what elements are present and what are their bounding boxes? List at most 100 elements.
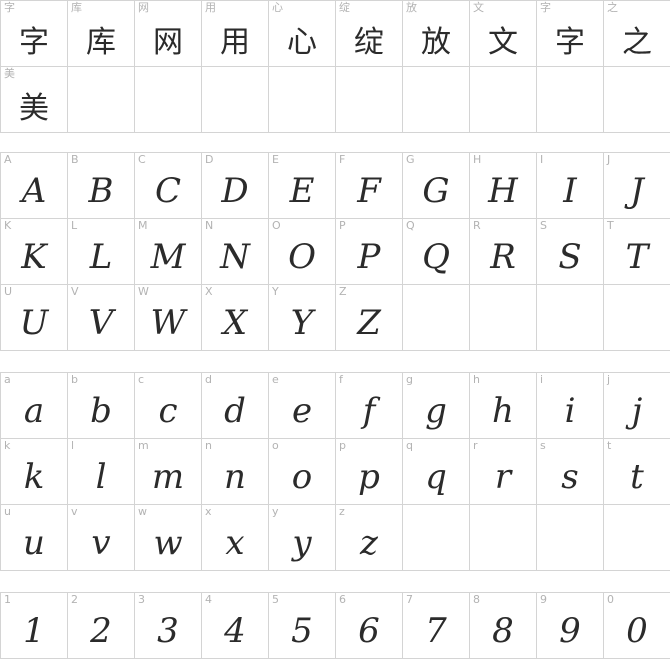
glyph-sample: V (88, 302, 114, 343)
glyph-cell: XX (202, 285, 269, 351)
glyph-cell: mm (135, 439, 202, 505)
glyph-sample: m (151, 456, 185, 497)
empty-cell (269, 67, 336, 133)
glyph-cell: rr (470, 439, 537, 505)
glyph-cell: kk (1, 439, 68, 505)
glyph-cell: vv (68, 505, 135, 571)
glyph-sample: P (357, 236, 381, 277)
glyph-cell: TT (604, 219, 670, 285)
glyph-cell: xx (202, 505, 269, 571)
glyph-sample: K (21, 236, 47, 277)
glyph-sample: f (362, 390, 376, 431)
glyph-cell: QQ (403, 219, 470, 285)
glyph-cell: ll (68, 439, 135, 505)
glyph-sample: o (291, 456, 313, 497)
glyph-cell: ss (537, 439, 604, 505)
glyph-sample: N (220, 236, 250, 277)
glyph-cell: HH (470, 153, 537, 219)
glyph-sample: i (564, 390, 576, 431)
glyph-sample: 1 (23, 610, 45, 651)
glyph-cell: qq (403, 439, 470, 505)
glyph-cell: VV (68, 285, 135, 351)
glyph-cell: 33 (135, 593, 202, 659)
empty-cell (470, 505, 537, 571)
glyph-sample: A (21, 170, 47, 211)
glyph-sample: 6 (358, 610, 380, 651)
glyph-sample: k (23, 456, 45, 497)
glyph-cell: 之之 (604, 1, 670, 67)
empty-cell (537, 67, 604, 133)
glyph-sample: 美 (19, 90, 49, 126)
glyph-cell: yy (269, 505, 336, 571)
glyph-sample: u (23, 522, 45, 563)
glyph-cell: dd (202, 373, 269, 439)
empty-cell (537, 285, 604, 351)
glyph-cell: YY (269, 285, 336, 351)
glyph-cell: 文文 (470, 1, 537, 67)
empty-cell (403, 505, 470, 571)
glyph-sample: j (631, 390, 643, 431)
glyph-cell: tt (604, 439, 670, 505)
glyph-cell: SS (537, 219, 604, 285)
glyph-sample: 0 (626, 610, 648, 651)
empty-cell (604, 505, 670, 571)
glyph-cell: 00 (604, 593, 670, 659)
empty-cell (68, 67, 135, 133)
empty-cell (470, 285, 537, 351)
cjk-glyph-grid: 字字库库网网用用心心绽绽放放文文字字之之美美 (0, 0, 670, 133)
glyph-cell: 美美 (1, 67, 68, 133)
empty-cell (537, 505, 604, 571)
glyph-cell: ff (336, 373, 403, 439)
glyph-cell: 77 (403, 593, 470, 659)
glyph-sample: e (291, 390, 313, 431)
glyph-sample: D (221, 170, 249, 211)
glyph-sample: 字 (555, 24, 585, 60)
glyph-sample: a (23, 390, 45, 431)
glyph-cell: 66 (336, 593, 403, 659)
glyph-sample: 7 (425, 610, 447, 651)
glyph-cell: II (537, 153, 604, 219)
glyph-sample: 之 (622, 24, 652, 60)
glyph-sample: 4 (224, 610, 246, 651)
glyph-cell: 字字 (1, 1, 68, 67)
glyph-cell: ii (537, 373, 604, 439)
glyph-cell: KK (1, 219, 68, 285)
glyph-sample: F (357, 170, 381, 211)
glyph-sample: 2 (90, 610, 112, 651)
glyph-sample: Z (357, 302, 381, 343)
glyph-cell: 放放 (403, 1, 470, 67)
glyph-cell: LL (68, 219, 135, 285)
glyph-sample: 网 (153, 24, 183, 60)
glyph-sample: p (358, 456, 380, 497)
glyph-sample: 文 (488, 24, 518, 60)
glyph-sample: 库 (86, 24, 116, 60)
glyph-cell: nn (202, 439, 269, 505)
glyph-sample: L (89, 236, 113, 277)
glyph-sample: y (292, 522, 312, 563)
glyph-cell: 字字 (537, 1, 604, 67)
glyph-sample: d (224, 390, 246, 431)
glyph-sample: c (158, 390, 178, 431)
glyph-sample: h (492, 390, 514, 431)
glyph-cell: 11 (1, 593, 68, 659)
glyph-cell: uu (1, 505, 68, 571)
glyph-cell: 99 (537, 593, 604, 659)
glyph-cell: OO (269, 219, 336, 285)
glyph-cell: JJ (604, 153, 670, 219)
empty-cell (135, 67, 202, 133)
glyph-cell: 88 (470, 593, 537, 659)
glyph-cell: 库库 (68, 1, 135, 67)
glyph-cell: PP (336, 219, 403, 285)
glyph-cell: ZZ (336, 285, 403, 351)
glyph-sample: 心 (287, 24, 317, 60)
glyph-cell: gg (403, 373, 470, 439)
glyph-cell: EE (269, 153, 336, 219)
glyph-sample: z (360, 522, 378, 563)
glyph-sample: R (490, 236, 516, 277)
glyph-sample: T (625, 236, 649, 277)
glyph-sample: S (558, 236, 582, 277)
glyph-cell: bb (68, 373, 135, 439)
glyph-sample: 9 (559, 610, 581, 651)
glyph-sample: l (95, 456, 107, 497)
glyph-sample: 5 (291, 610, 313, 651)
